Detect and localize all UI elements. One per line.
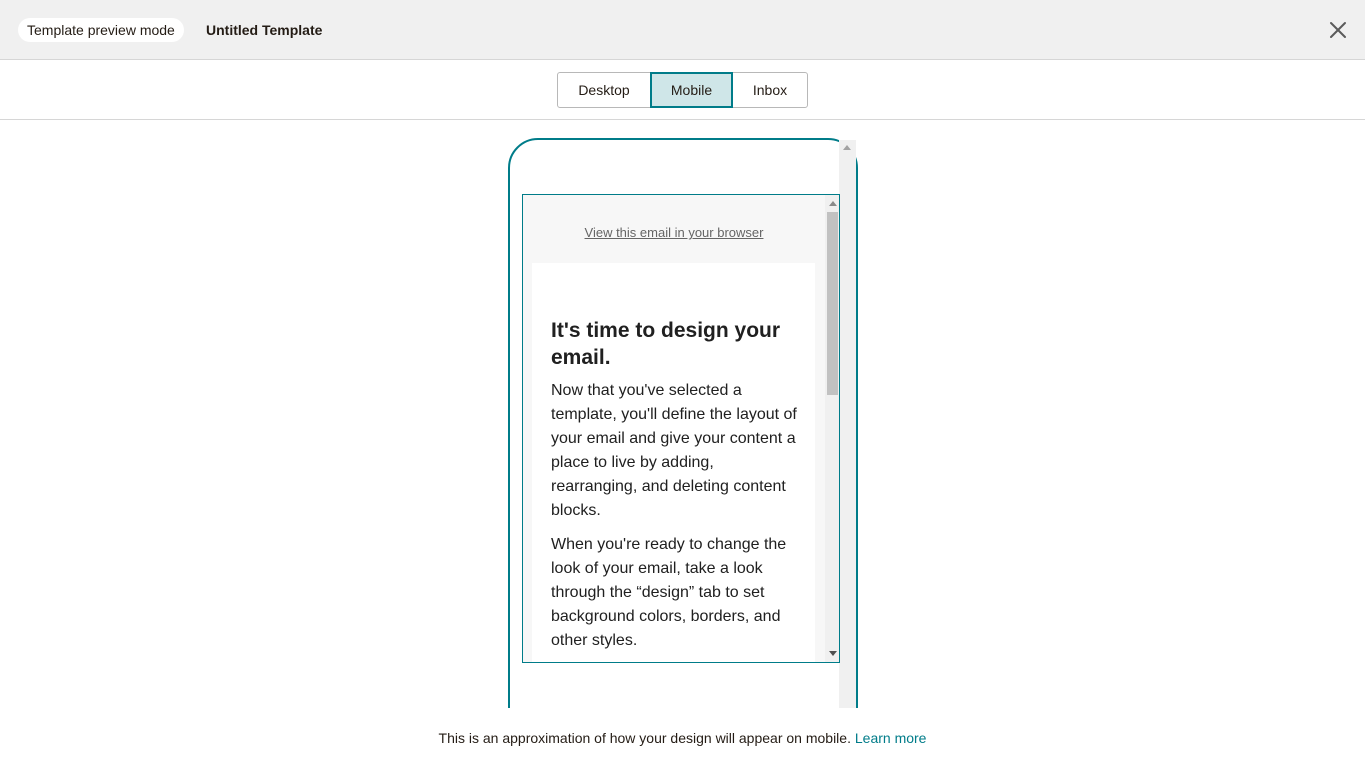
template-name: Untitled Template	[206, 22, 323, 38]
preview-header: Template preview mode Untitled Template	[0, 0, 1365, 60]
close-button[interactable]	[1326, 18, 1350, 42]
mobile-view-button[interactable]: Mobile	[650, 72, 733, 108]
desktop-view-button[interactable]: Desktop	[557, 72, 651, 108]
preview-mode-badge: Template preview mode	[18, 18, 184, 42]
scroll-up-arrow-icon[interactable]	[829, 201, 837, 206]
email-heading: It's time to design your email.	[551, 319, 781, 369]
preview-footer: This is an approximation of how your des…	[0, 708, 1365, 766]
close-icon	[1330, 22, 1346, 38]
learn-more-link[interactable]: Learn more	[855, 730, 927, 746]
email-preview-frame[interactable]: View this email in your browser It's tim…	[522, 194, 840, 663]
preview-scrollbar[interactable]	[839, 140, 856, 708]
view-in-browser-link[interactable]: View this email in your browser	[523, 225, 825, 240]
email-paragraph: When you're ready to change the look of …	[551, 536, 787, 649]
approximation-note: This is an approximation of how your des…	[438, 730, 851, 746]
scrollbar-thumb[interactable]	[827, 212, 838, 395]
view-toggle-bar: Desktop Mobile Inbox	[0, 60, 1365, 120]
email-content-block: It's time to design your email. Now that…	[532, 263, 815, 662]
inbox-view-button[interactable]: Inbox	[732, 72, 808, 108]
email-scrollbar[interactable]	[825, 195, 839, 662]
email-paragraph: Now that you've selected a template, you…	[551, 382, 797, 519]
scroll-down-arrow-icon[interactable]	[829, 651, 837, 656]
scroll-up-arrow-icon[interactable]	[843, 145, 851, 150]
